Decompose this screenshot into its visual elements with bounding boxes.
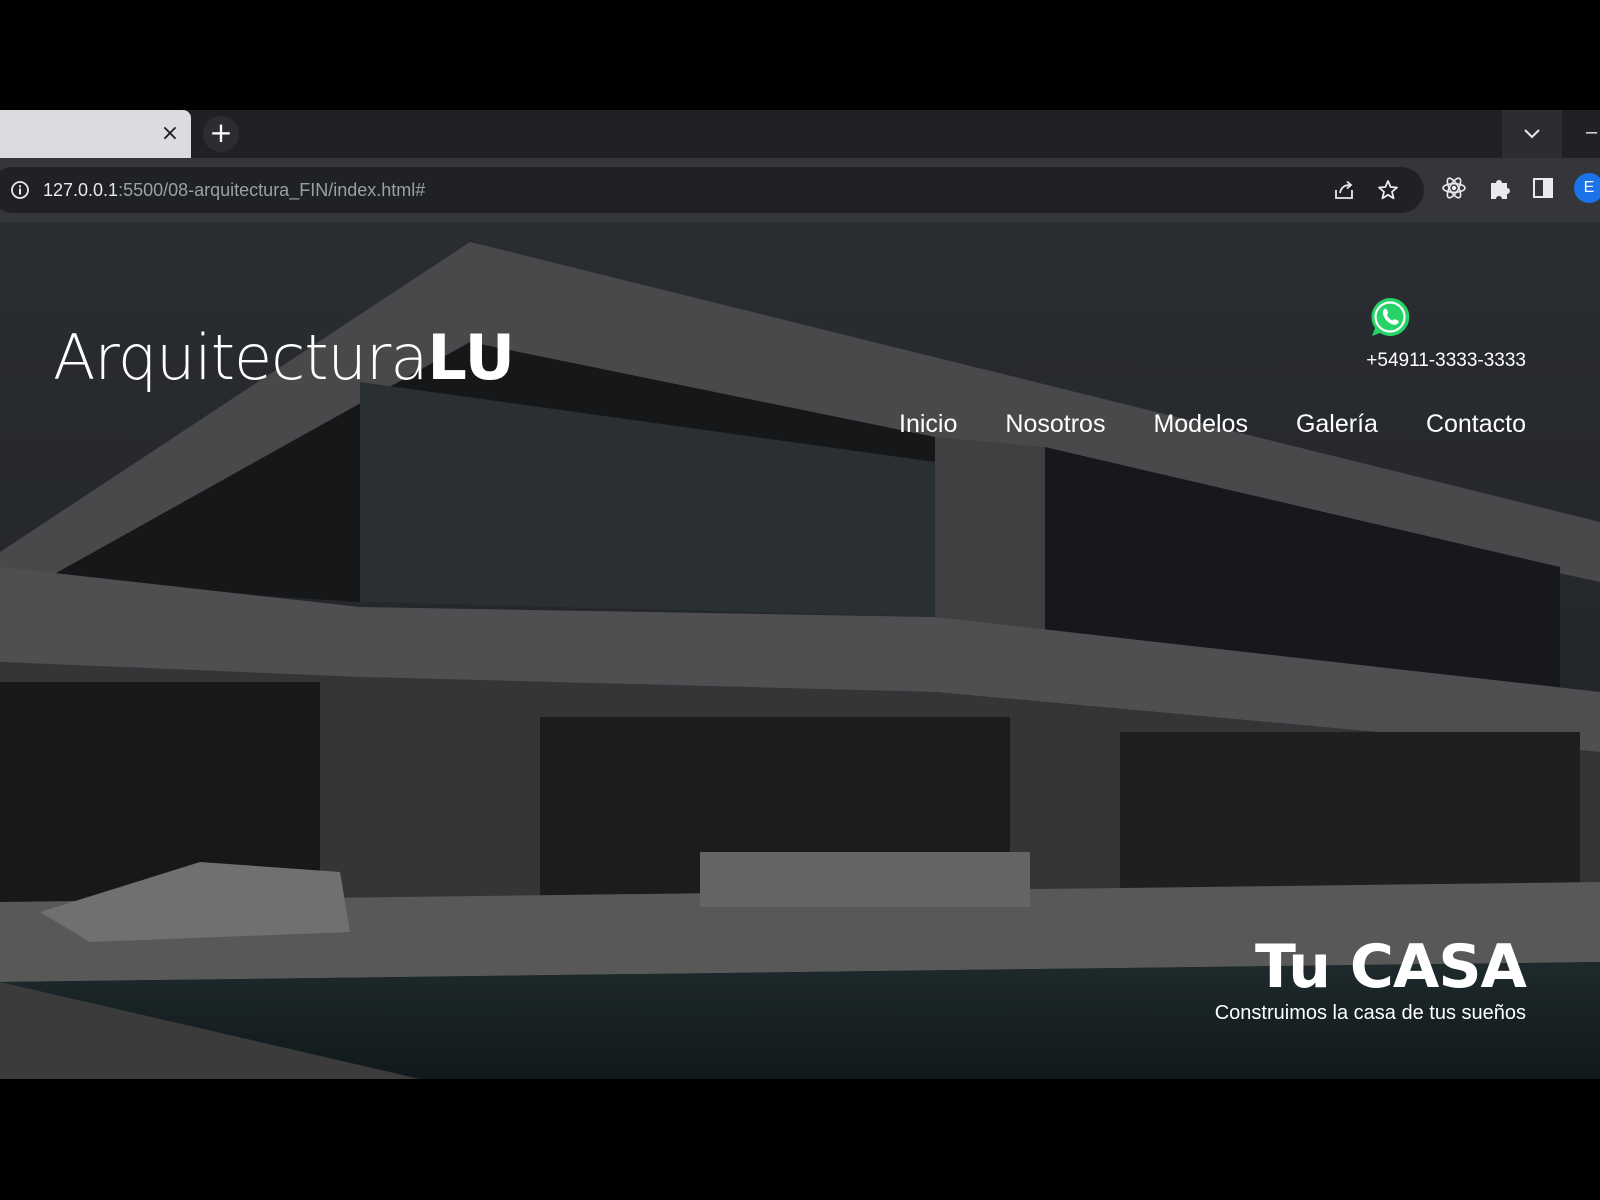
logo-bold-text: LU <box>427 321 515 394</box>
info-icon[interactable] <box>10 180 30 200</box>
nav-item-nosotros[interactable]: Nosotros <box>1005 408 1105 440</box>
main-nav: Inicio Nosotros Modelos Galería Contacto <box>899 408 1526 440</box>
react-devtools-icon[interactable] <box>1441 175 1467 201</box>
share-icon[interactable] <box>1332 178 1356 202</box>
phone-number[interactable]: +54911-3333-3333 <box>1366 349 1526 373</box>
url-text[interactable]: 127.0.0.1:5500/08-arquitectura_FIN/index… <box>43 179 425 201</box>
nav-item-contacto[interactable]: Contacto <box>1426 408 1526 440</box>
browser-tab[interactable]: × <box>0 110 191 158</box>
tab-search-button[interactable] <box>1502 110 1562 158</box>
side-panel-icon[interactable] <box>1530 175 1556 201</box>
nav-item-inicio[interactable]: Inicio <box>899 408 957 440</box>
nav-item-modelos[interactable]: Modelos <box>1153 408 1248 440</box>
browser-toolbar: 127.0.0.1:5500/08-arquitectura_FIN/index… <box>0 158 1600 222</box>
page-viewport: ArquitecturaLU +54911-3333-3333 Inicio N… <box>0 222 1600 1079</box>
nav-item-galeria[interactable]: Galería <box>1296 408 1378 440</box>
chevron-down-icon <box>1524 129 1540 139</box>
address-bar[interactable]: 127.0.0.1:5500/08-arquitectura_FIN/index… <box>0 167 1424 213</box>
window-minimize-button[interactable]: – <box>1586 110 1600 158</box>
star-icon[interactable] <box>1376 178 1400 202</box>
whatsapp-icon[interactable] <box>1368 295 1412 339</box>
hero-subtitle: Construimos la casa de tus sueños <box>1214 1002 1526 1024</box>
url-path: :5500/08-arquitectura_FIN/index.html# <box>118 180 426 200</box>
screenshot: × + – 127.0.0.1:5500/08-arquitectura_FIN… <box>0 0 1600 1200</box>
tab-close-icon[interactable]: × <box>158 122 182 146</box>
puzzle-icon[interactable] <box>1486 175 1512 201</box>
profile-avatar[interactable]: E <box>1574 173 1600 203</box>
url-host: 127.0.0.1 <box>43 180 119 200</box>
logo-light-text: Arquitectura <box>53 321 428 394</box>
site-logo[interactable]: ArquitecturaLU <box>53 320 515 396</box>
new-tab-button[interactable]: + <box>203 116 239 152</box>
browser-tab-strip: × + – <box>0 110 1600 158</box>
hero-title: Tu CASA <box>1254 932 1527 1002</box>
